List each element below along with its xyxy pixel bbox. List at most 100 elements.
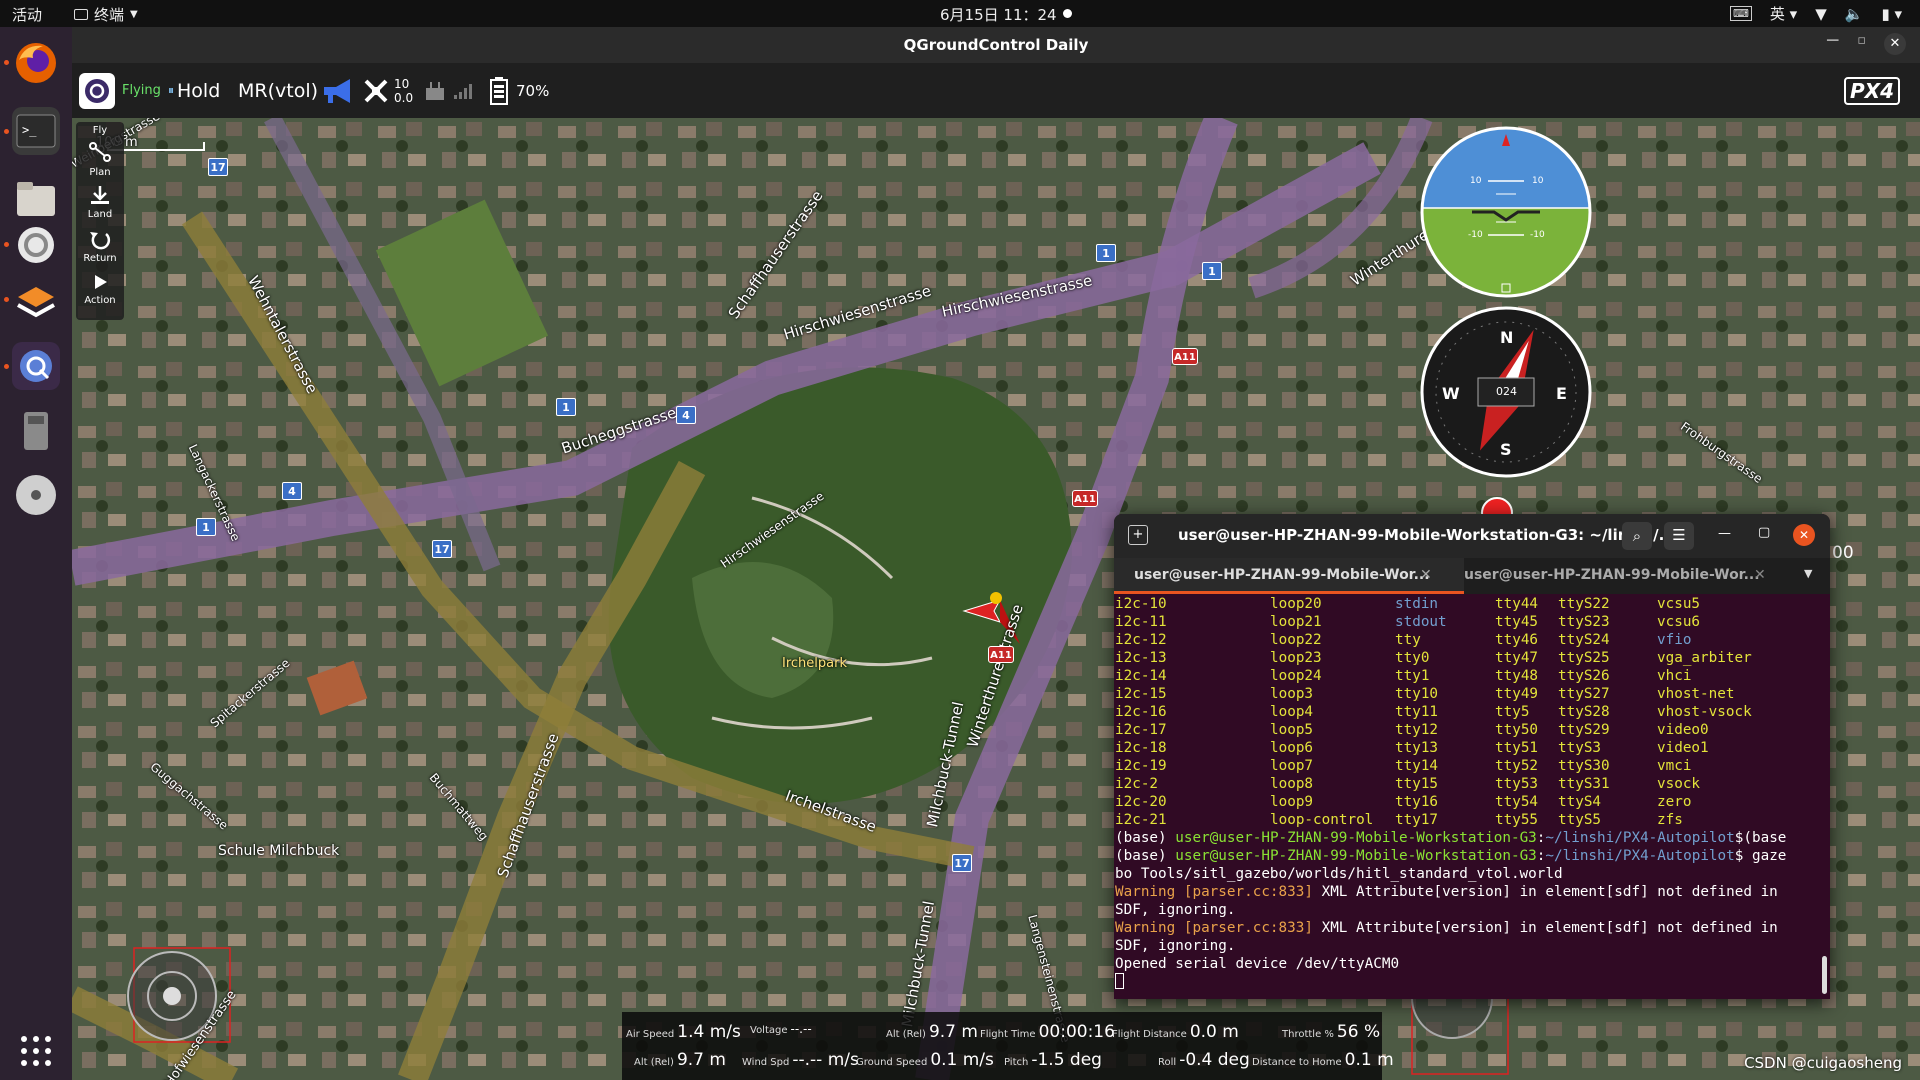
terminal-line: Warning [parser.cc:833] XML Attribute[ve… [1115,920,1778,936]
qgc-menu-button[interactable] [78,63,116,118]
rc-icon[interactable] [424,63,446,118]
tab-list-dropdown-icon[interactable]: ▼ [1804,567,1812,580]
device-entry: video0 [1657,722,1709,738]
window-titlebar[interactable]: QGroundControl Daily — ▫ ✕ [72,27,1920,63]
ubuntu-dock: >_ [0,27,72,1080]
device-entry: vhost-net [1657,686,1735,702]
gps-hdop: 0.0 [394,90,414,105]
megaphone-icon[interactable] [322,63,354,118]
flight-status[interactable]: Flying [122,63,161,118]
tab-close-icon[interactable]: ✕ [1420,567,1432,583]
battery-icon[interactable]: ▮ ▾ [1881,5,1902,23]
device-entry: video1 [1657,740,1709,756]
device-entry: i2c-20 [1115,794,1167,810]
device-entry: vmci [1657,758,1692,774]
instrument-values-panel[interactable]: Air Speed 1.4 m/s Voltage --.-- Alt (Rel) 9… [622,1012,1394,1080]
device-entry: i2c-2 [1115,776,1159,792]
device-listing: i2c-10 loop20 stdin tty44 ttyS22 vcsu5 i2c-11 l… [1115,595,1830,829]
minimize-icon[interactable]: — [1826,33,1839,55]
device-entry: tty15 [1395,776,1439,792]
terminal-output[interactable]: i2c-10 loop20 stdin tty44 ttyS22 vcsu5 i2c-11 l… [1114,594,1830,999]
hamburger-menu-icon[interactable]: ☰ [1664,522,1694,550]
volume-icon[interactable]: 🔈 [1845,5,1864,23]
app-menu[interactable]: 终端 ▼ [74,4,138,25]
terminal-line: SDF, ignoring. [1115,938,1236,954]
device-entry: tty52 [1495,758,1539,774]
device-entry: tty14 [1395,758,1439,774]
clock[interactable]: 6月15日 11：24 [940,4,1057,25]
device-entry: stdin [1395,596,1439,612]
action-button[interactable]: Action [76,272,124,306]
device-entry: loop23 [1270,650,1322,666]
terminal-line: Opened serial device /dev/ttyACM0 [1115,956,1400,972]
device-entry: i2c-16 [1115,704,1167,720]
device-entry: tty53 [1495,776,1539,792]
terminal-tab-active[interactable]: user@user-HP-ZHAN-99-Mobile-Wor... ✕ [1114,558,1464,594]
files-icon[interactable] [12,175,60,223]
new-tab-icon[interactable]: + [1128,525,1148,545]
terminal-icon [74,9,88,20]
device-entry: tty45 [1495,614,1539,630]
search-icon[interactable]: ⌕ [1622,522,1652,550]
device-entry: i2c-13 [1115,650,1167,666]
device-entry: i2c-18 [1115,740,1167,756]
system-tray[interactable]: ⌨ 英 ▾ ▼ 🔈 ▮ ▾ [1729,3,1902,24]
device-entry: loop3 [1270,686,1314,702]
px4-logo: PX4 [1844,63,1900,118]
minimize-icon[interactable]: — [1718,526,1731,541]
device-entry: ttyS30 [1558,758,1610,774]
route-sign: 4 [676,406,696,424]
wifi-icon[interactable]: ▼ [1815,5,1827,23]
qgroundcontrol-icon[interactable] [12,342,60,390]
maximize-icon[interactable]: ▢ [1758,525,1770,540]
land-button[interactable]: Land [76,184,124,220]
device-entry: tty54 [1495,794,1539,810]
terminal-app-icon[interactable]: >_ [12,107,60,155]
signal-strength-icon[interactable] [454,63,472,118]
layers-app-icon[interactable] [12,275,60,323]
gps-indicator[interactable]: 10 0.0 [362,63,413,118]
plan-button[interactable]: Plan [76,140,124,178]
qgc-toolbar: Flying ⏸ Hold MR(vtol) 10 0.0 70% PX4 [72,63,1920,118]
terminal-window[interactable]: + user@user-HP-ZHAN-99-Mobile-Workstatio… [1114,514,1830,999]
flight-time: Flight Time 00:00:16 [980,1022,1115,1042]
roll: Roll -0.4 deg [1158,1050,1250,1070]
maximize-icon[interactable]: ▫ [1857,33,1866,55]
terminal-scrollbar[interactable] [1822,956,1827,994]
play-icon [95,275,107,289]
flight-mode[interactable]: ⏸ Hold [168,63,220,118]
device-row: i2c-10 loop20 stdin tty44 ttyS22 vcsu5 [1115,595,1830,613]
return-button[interactable]: Return [76,228,124,264]
firefox-icon[interactable] [12,39,60,87]
show-apps-icon[interactable] [12,1027,60,1075]
distance-to-home: Distance to Home 0.1 m [1252,1050,1394,1070]
disc-icon[interactable] [12,471,60,519]
notification-dot [1063,9,1072,18]
language-indicator[interactable]: 英 ▾ [1770,3,1797,24]
device-entry: tty17 [1395,812,1439,828]
terminal-headerbar[interactable]: + user@user-HP-ZHAN-99-Mobile-Workstatio… [1114,514,1830,558]
partial-value: 00 [1832,543,1854,563]
fly-label: Fly [92,125,108,136]
device-entry: i2c-21 [1115,812,1167,828]
vehicle-type[interactable]: MR(vtol) [238,63,318,118]
alt-rel: Alt (Rel) 9.7 m [886,1022,978,1042]
device-entry: tty49 [1495,686,1539,702]
device-entry: ttyS25 [1558,650,1610,666]
terminal-tab[interactable]: user@user-HP-ZHAN-99-Mobile-Wor... ✕ [1464,558,1794,594]
battery-indicator[interactable]: 70% [490,63,549,118]
fly-toolbox: Fly Plan Land Return Action [76,122,124,320]
voltage: Voltage --.-- [750,1022,812,1036]
input-method-icon[interactable]: ⌨ [1729,6,1752,21]
tab-close-icon[interactable]: ✕ [1754,567,1766,583]
settings-icon[interactable] [12,221,60,269]
device-entry: tty5 [1495,704,1530,720]
usb-drive-icon[interactable] [12,407,60,455]
device-entry: loop20 [1270,596,1322,612]
device-entry: loop22 [1270,632,1322,648]
device-entry: zero [1657,794,1692,810]
close-icon[interactable]: ✕ [1884,33,1906,55]
activities-button[interactable]: 活动 [12,4,42,25]
school-label: Schule Milchbuck [218,843,340,859]
close-icon[interactable]: ✕ [1793,524,1815,546]
